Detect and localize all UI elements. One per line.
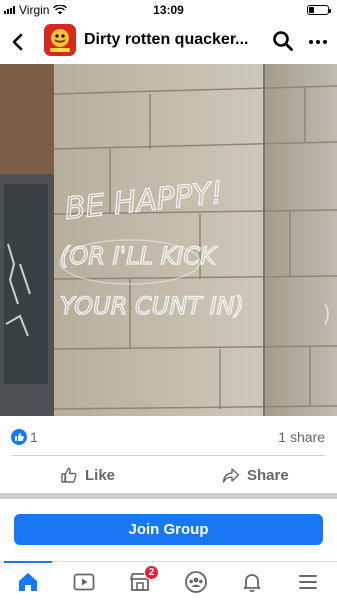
wall-photo: BE HAPPY! (OR I'LL KICK YOUR CUNT IN) (0, 64, 337, 416)
more-button[interactable] (306, 32, 330, 52)
search-icon (273, 31, 293, 51)
status-time: 13:09 (153, 3, 184, 17)
menu-icon (299, 574, 317, 589)
like-button[interactable]: Like (60, 460, 115, 490)
video-icon (73, 573, 95, 590)
like-label: Like (85, 466, 116, 484)
post-photo[interactable]: BE HAPPY! (OR I'LL KICK YOUR CUNT IN) (0, 64, 337, 416)
home-icon (19, 572, 37, 591)
more-dots-icon (309, 40, 313, 44)
share-arrow-icon (222, 468, 240, 483)
battery-level (309, 7, 314, 13)
divider (12, 455, 325, 456)
like-reaction-icon (11, 429, 27, 445)
reactions-bar: 1 1 share (0, 420, 337, 452)
chalk-line-3: YOUR CUNT IN) (60, 292, 244, 320)
marketplace-badge: 2 (144, 565, 159, 580)
join-group-button[interactable]: Join Group (14, 514, 323, 545)
nav-video[interactable] (60, 562, 108, 600)
share-count[interactable]: 1 share (278, 429, 325, 445)
like-count[interactable]: 1 (30, 429, 38, 445)
search-button[interactable] (272, 30, 294, 52)
chevron-left-icon (12, 33, 23, 51)
nav-marketplace[interactable]: 2 (116, 562, 164, 600)
status-bar: Virgin 13:09 (0, 0, 337, 20)
nav-groups[interactable] (172, 562, 220, 600)
bottom-nav: 2 (0, 561, 337, 600)
share-label: Share (247, 466, 289, 484)
battery-icon (307, 5, 331, 15)
groups-icon (185, 570, 207, 593)
group-avatar[interactable] (44, 24, 76, 56)
group-title[interactable]: Dirty rotten quacker... (84, 31, 262, 49)
share-button[interactable]: Share (222, 460, 289, 490)
nav-menu[interactable] (284, 562, 332, 600)
back-button[interactable] (6, 30, 30, 54)
thumbs-up-icon (61, 467, 77, 483)
group-header: Dirty rotten quacker... (0, 20, 337, 64)
nav-home[interactable] (4, 562, 52, 600)
section-separator (0, 493, 337, 499)
nav-notifications[interactable] (228, 562, 276, 600)
group-logo-icon (44, 24, 76, 56)
bell-icon (243, 573, 261, 592)
